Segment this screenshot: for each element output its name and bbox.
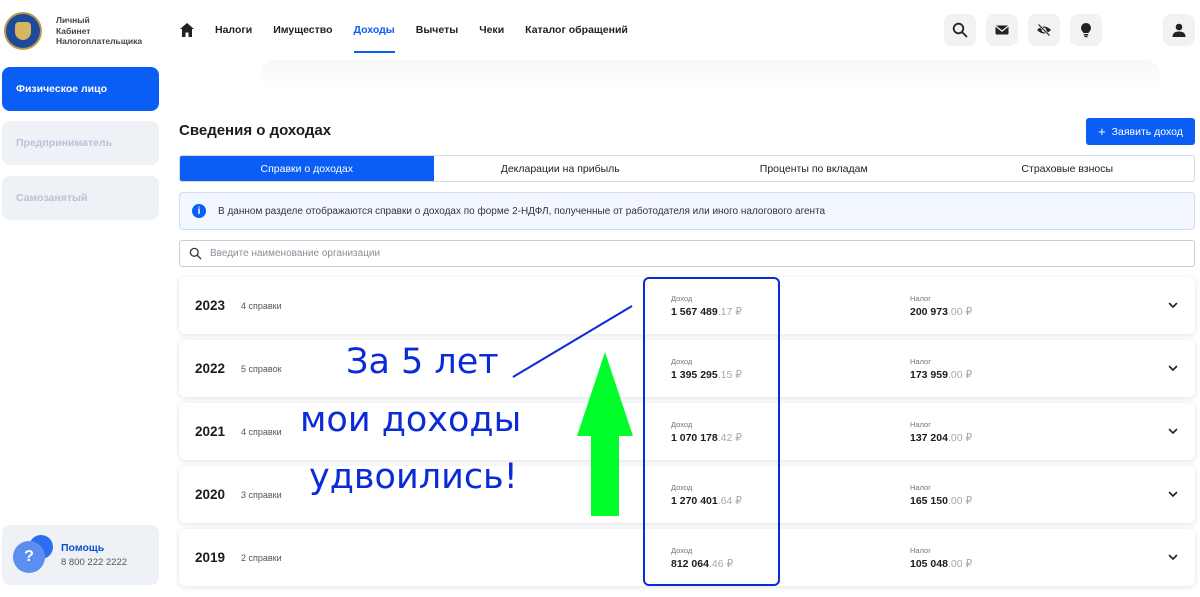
- tips-button[interactable]: [1070, 14, 1102, 46]
- tax-label: Налог: [910, 294, 931, 303]
- nav-item-property[interactable]: Имущество: [273, 0, 332, 60]
- year-label: 2022: [195, 361, 226, 376]
- top-nav: Налоги Имущество Доходы Вычеты Чеки Ката…: [179, 0, 649, 60]
- tab-insurance-contributions[interactable]: Страховые взносы: [941, 156, 1195, 181]
- organization-search[interactable]: [179, 240, 1195, 267]
- sidebar-item-individual[interactable]: Физическое лицо: [2, 67, 159, 111]
- user-icon: [1172, 23, 1186, 37]
- certificate-count: 3 справки: [241, 490, 282, 500]
- tax-label: Налог: [910, 420, 931, 429]
- nav-item-income[interactable]: Доходы: [353, 0, 396, 60]
- search-icon: [189, 247, 202, 260]
- home-icon[interactable]: [179, 22, 195, 38]
- chevron-down-icon[interactable]: [1167, 488, 1179, 500]
- logo[interactable]: Личный Кабинет Налогоплательщика: [4, 9, 154, 53]
- certificate-count: 2 справки: [241, 553, 282, 563]
- info-text: В данном разделе отображаются справки о …: [218, 205, 826, 217]
- logo-text: Личный Кабинет Налогоплательщика: [56, 15, 142, 47]
- header-shadow: [260, 60, 1160, 90]
- chevron-down-icon[interactable]: [1167, 362, 1179, 374]
- year-label: 2023: [195, 298, 226, 313]
- help-panel[interactable]: ? Помощь 8 800 222 2222: [2, 525, 159, 585]
- tax-label: Налог: [910, 357, 931, 366]
- chat-bubbles-icon: ?: [13, 535, 53, 575]
- annotation-text-line: удвоились!: [309, 457, 518, 497]
- help-title: Помощь: [61, 542, 105, 554]
- profile-button[interactable]: [1163, 14, 1195, 46]
- search-button[interactable]: [944, 14, 976, 46]
- tab-profit-declarations[interactable]: Декларации на прибыль: [434, 156, 688, 181]
- chevron-down-icon[interactable]: [1167, 299, 1179, 311]
- tax-amount: 165 150.00 ₽: [910, 495, 973, 507]
- sidebar-item-entrepreneur[interactable]: Предприниматель: [2, 121, 159, 165]
- visibility-toggle-button[interactable]: [1028, 14, 1060, 46]
- fns-emblem-icon: [4, 12, 42, 50]
- plus-icon: +: [1098, 124, 1106, 139]
- lightbulb-icon: [1081, 23, 1091, 38]
- chevron-down-icon[interactable]: [1167, 425, 1179, 437]
- tab-income-certificates[interactable]: Справки о доходах: [180, 156, 434, 181]
- year-label: 2020: [195, 487, 226, 502]
- annotation-highlight-box: [643, 277, 780, 586]
- tax-amount: 173 959.00 ₽: [910, 369, 973, 381]
- tab-deposit-interest[interactable]: Проценты по вкладам: [687, 156, 941, 181]
- search-icon: [952, 22, 968, 38]
- logo-line: Налогоплательщика: [56, 36, 143, 47]
- year-label: 2019: [195, 550, 226, 565]
- eye-off-icon: [1037, 23, 1051, 37]
- organization-search-input[interactable]: [210, 248, 1110, 259]
- mail-button[interactable]: [986, 14, 1018, 46]
- help-phone: 8 800 222 2222: [61, 557, 128, 568]
- logo-line: Личный: [56, 15, 90, 26]
- annotation-text-line: За 5 лет: [346, 342, 499, 382]
- certificate-count: 5 справок: [241, 364, 282, 374]
- nav-item-deductions[interactable]: Вычеты: [416, 0, 458, 60]
- nav-item-receipts[interactable]: Чеки: [479, 0, 504, 60]
- page-title: Сведения о доходах: [179, 122, 332, 139]
- chevron-down-icon[interactable]: [1167, 551, 1179, 563]
- logo-line: Кабинет: [56, 25, 91, 36]
- info-icon: i: [192, 204, 206, 218]
- mail-icon: [995, 25, 1009, 35]
- sidebar-item-self-employed[interactable]: Самозанятый: [2, 176, 159, 220]
- info-banner: i В данном разделе отображаются справки …: [179, 192, 1195, 230]
- declare-income-button[interactable]: + Заявить доход: [1086, 118, 1195, 145]
- annotation-text-line: мои доходы: [300, 400, 522, 440]
- certificate-count: 4 справки: [241, 301, 282, 311]
- declare-income-label: Заявить доход: [1111, 125, 1183, 138]
- certificate-count: 4 справки: [241, 427, 282, 437]
- nav-item-taxes[interactable]: Налоги: [215, 0, 252, 60]
- tax-label: Налог: [910, 483, 931, 492]
- year-label: 2021: [195, 424, 226, 439]
- header-actions: [944, 14, 1112, 46]
- tax-amount: 200 973.00 ₽: [910, 306, 973, 318]
- income-tabs: Справки о доходах Декларации на прибыль …: [179, 155, 1195, 182]
- tax-amount: 105 048.00 ₽: [910, 558, 973, 570]
- tax-label: Налог: [910, 546, 931, 555]
- tax-amount: 137 204.00 ₽: [910, 432, 973, 444]
- nav-item-appeals-catalog[interactable]: Каталог обращений: [525, 0, 628, 60]
